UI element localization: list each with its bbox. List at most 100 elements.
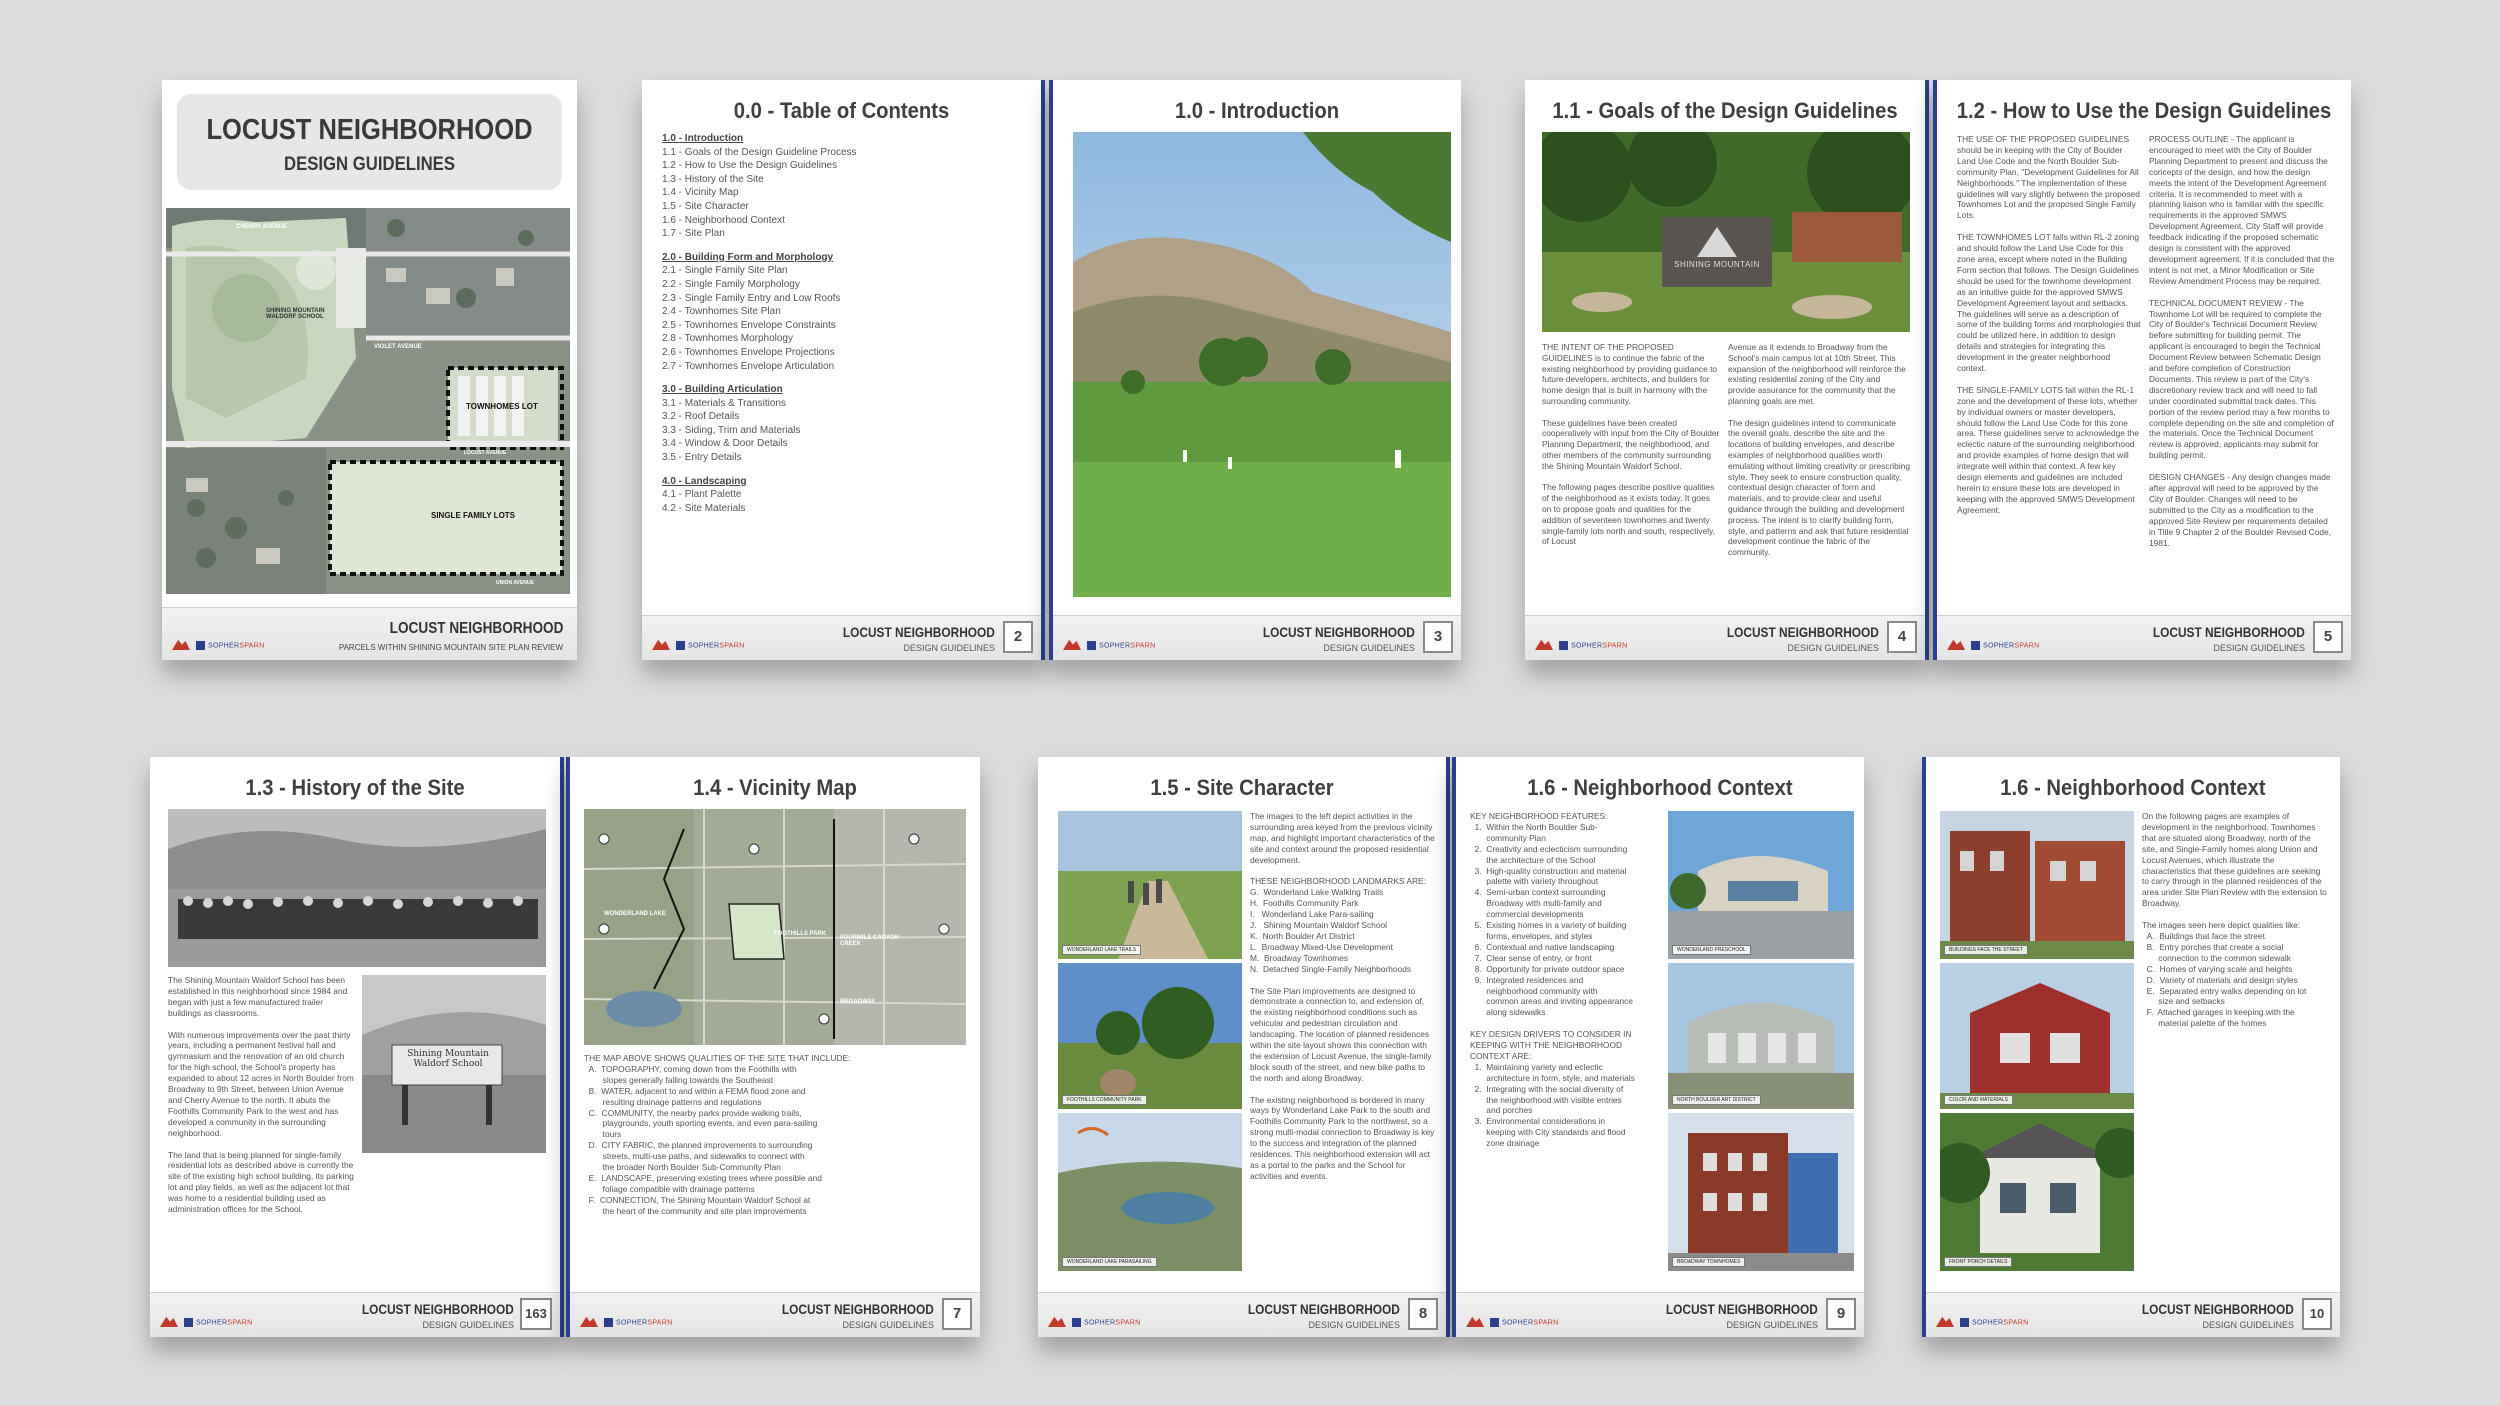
photo-caption: WONDERLAND LAKE PARASAILING bbox=[1062, 1257, 1157, 1267]
toc-item[interactable]: 2.7 - Townhomes Envelope Articulation bbox=[662, 360, 857, 374]
context-photo-front-porch: FRONT PORCH DETAILS bbox=[1940, 1113, 2134, 1271]
footer-title: LOCUST NEIGHBORHOOD bbox=[1726, 624, 1879, 640]
toc-item[interactable]: 2.5 - Townhomes Envelope Constraints bbox=[662, 319, 857, 333]
firm-name: SOPHERSPARN bbox=[676, 641, 744, 650]
page-footer: SOPHERSPARN LOCUST NEIGHBORHOOD DESIGN G… bbox=[1937, 615, 2351, 660]
vicinity-label-a: WONDERLAND LAKE bbox=[604, 911, 666, 917]
page-number: 10 bbox=[2302, 1298, 2332, 1330]
page-5-how-to-use: 1.2 - How to Use the Design Guidelines T… bbox=[1933, 80, 2351, 660]
toc-item[interactable]: 3.3 - Siding, Trim and Materials bbox=[662, 424, 857, 438]
toc-item[interactable]: 1.6 - Neighborhood Context bbox=[662, 214, 857, 228]
firm-logo-icon bbox=[1466, 1316, 1484, 1327]
firm-name: SOPHERSPARN bbox=[1971, 641, 2039, 650]
page-title: 1.3 - History of the Site bbox=[245, 775, 465, 800]
page-footer: SOPHERSPARN LOCUST NEIGHBORHOOD DESIGN G… bbox=[642, 615, 1041, 660]
page-number: 7 bbox=[942, 1298, 972, 1330]
firm-name: SOPHERSPARN bbox=[184, 1318, 252, 1327]
photo-caption: BROADWAY TOWNHOMES bbox=[1672, 1257, 1746, 1267]
firm-logo-icon bbox=[1048, 1316, 1066, 1327]
page-footer: SOPHERSPARN LOCUST NEIGHBORHOOD DESIGN G… bbox=[1926, 1292, 2340, 1337]
toc-item[interactable]: 1.2 - How to Use the Design Guidelines bbox=[662, 159, 857, 173]
cover-footer-subtitle: PARCELS WITHIN SHINING MOUNTAIN SITE PLA… bbox=[338, 643, 563, 652]
neighborhood-features-text: KEY NEIGHBORHOOD FEATURES: 1. Within the… bbox=[1470, 811, 1635, 1149]
firm-name: SOPHERSPARN bbox=[604, 1318, 672, 1327]
firm-mark-icon bbox=[1971, 641, 1980, 650]
toc-item[interactable]: 1.7 - Site Plan bbox=[662, 227, 857, 241]
page-2-toc: 0.0 - Table of Contents 1.0 - Introducti… bbox=[642, 80, 1045, 660]
page-7-vicinity-map: 1.4 - Vicinity Map WONDERLAND LAKE FOOTH… bbox=[566, 757, 980, 1337]
page-9-neighborhood-context: 1.6 - Neighborhood Context KEY NEIGHBORH… bbox=[1452, 757, 1864, 1337]
intro-photo-park bbox=[1073, 132, 1451, 597]
footer-subtitle: DESIGN GUIDELINES bbox=[1787, 643, 1879, 653]
footer-title: LOCUST NEIGHBORHOOD bbox=[1262, 624, 1415, 640]
goals-text-column-1: THE INTENT OF THE PROPOSED GUIDELINES is… bbox=[1542, 342, 1720, 547]
label-union-avenue: UNION AVENUE bbox=[496, 580, 534, 586]
label-violet-avenue: VIOLET AVENUE bbox=[374, 344, 422, 350]
cover-site-plan: CHERRY AVENUE VIOLET AVENUE SHINING MOUN… bbox=[166, 208, 570, 594]
page-footer: SOPHERSPARN LOCUST NEIGHBORHOOD DESIGN G… bbox=[1053, 615, 1461, 660]
footer-subtitle: DESIGN GUIDELINES bbox=[2202, 1320, 2294, 1330]
context-photo-art-district: NORTH BOULDER ART DISTRICT bbox=[1668, 963, 1854, 1109]
firm-mark-icon bbox=[196, 641, 205, 650]
toc-list: 1.0 - Introduction 1.1 - Goals of the De… bbox=[662, 132, 857, 515]
cover-title-box: LOCUST NEIGHBORHOOD DESIGN GUIDELINES bbox=[177, 94, 562, 190]
firm-logo-icon bbox=[1947, 639, 1965, 650]
site-photo-community-park: FOOTHILLS COMMUNITY PARK bbox=[1058, 963, 1242, 1109]
toc-section[interactable]: 1.0 - Introduction bbox=[662, 132, 857, 146]
toc-section[interactable]: 2.0 - Building Form and Morphology bbox=[662, 251, 857, 265]
page-title: 0.0 - Table of Contents bbox=[733, 98, 950, 123]
toc-section[interactable]: 4.0 - Landscaping bbox=[662, 475, 857, 489]
toc-section[interactable]: 3.0 - Building Articulation bbox=[662, 383, 857, 397]
photo-caption: COLOR AND MATERIALS bbox=[1944, 1095, 2013, 1105]
history-sign-text: Shining Mountain Waldorf School bbox=[407, 1049, 489, 1069]
history-photo-sign: Shining Mountain Waldorf School bbox=[362, 975, 546, 1153]
page-title: 1.6 - Neighborhood Context bbox=[1527, 775, 1793, 800]
history-text: The Shining Mountain Waldorf School has … bbox=[168, 975, 354, 1215]
firm-logo-icon bbox=[580, 1316, 598, 1327]
firm-mark-icon bbox=[1559, 641, 1568, 650]
page-footer: SOPHERSPARN LOCUST NEIGHBORHOOD DESIGN G… bbox=[1525, 615, 1925, 660]
toc-item[interactable]: 4.1 - Plant Palette bbox=[662, 488, 857, 502]
site-photo-trails: WONDERLAND LAKE TRAILS bbox=[1058, 811, 1242, 959]
goals-text-column-2: Avenue as it extends to Broadway from th… bbox=[1728, 342, 1910, 558]
toc-item[interactable]: 2.4 - Townhomes Site Plan bbox=[662, 305, 857, 319]
cover-footer-title: LOCUST NEIGHBORHOOD bbox=[389, 620, 563, 637]
firm-mark-icon bbox=[1087, 641, 1096, 650]
firm-mark-icon bbox=[1072, 1318, 1081, 1327]
site-photo-parasailing: WONDERLAND LAKE PARASAILING bbox=[1058, 1113, 1242, 1271]
toc-item[interactable]: 1.3 - History of the Site bbox=[662, 173, 857, 187]
label-townhomes-lot: TOWNHOMES LOT bbox=[466, 402, 538, 411]
toc-item[interactable]: 2.1 - Single Family Site Plan bbox=[662, 264, 857, 278]
toc-item[interactable]: 4.2 - Site Materials bbox=[662, 502, 857, 516]
page-8-site-character: 1.5 - Site Character WONDERLAND LAKE TRA… bbox=[1038, 757, 1450, 1337]
toc-item[interactable]: 3.5 - Entry Details bbox=[662, 451, 857, 465]
firm-mark-icon bbox=[1960, 1318, 1969, 1327]
page-footer: SOPHERSPARN LOCUST NEIGHBORHOOD DESIGN G… bbox=[570, 1292, 980, 1337]
page-title: 1.1 - Goals of the Design Guidelines bbox=[1552, 98, 1898, 123]
toc-item[interactable]: 1.1 - Goals of the Design Guideline Proc… bbox=[662, 146, 857, 160]
toc-item[interactable]: 2.6 - Townhomes Envelope Projections bbox=[662, 346, 857, 360]
sign-text: SHINING MOUNTAIN bbox=[1674, 260, 1760, 269]
firm-name: SOPHERSPARN bbox=[1960, 1318, 2028, 1327]
goals-photo-school-sign: SHINING MOUNTAIN bbox=[1542, 132, 1910, 332]
page-4-goals: 1.1 - Goals of the Design Guidelines SHI… bbox=[1525, 80, 1929, 660]
toc-item[interactable]: 1.4 - Vicinity Map bbox=[662, 186, 857, 200]
toc-item[interactable]: 2.3 - Single Family Entry and Low Roofs bbox=[662, 292, 857, 306]
footer-subtitle: DESIGN GUIDELINES bbox=[1308, 1320, 1400, 1330]
footer-title: LOCUST NEIGHBORHOOD bbox=[1665, 1301, 1818, 1317]
page-3-introduction: 1.0 - Introduction SOPHERSPARN LOCUST NE… bbox=[1049, 80, 1461, 660]
page-10-neighborhood-context: 1.6 - Neighborhood Context BUILDINGS FAC… bbox=[1922, 757, 2340, 1337]
firm-name: SOPHERSPARN bbox=[1087, 641, 1155, 650]
footer-title: LOCUST NEIGHBORHOOD bbox=[2141, 1301, 2294, 1317]
toc-item[interactable]: 2.8 - Townhomes Morphology bbox=[662, 332, 857, 346]
toc-item[interactable]: 3.1 - Materials & Transitions bbox=[662, 397, 857, 411]
toc-item[interactable]: 3.2 - Roof Details bbox=[662, 410, 857, 424]
vicinity-map-image: WONDERLAND LAKE FOOTHILLS PARK BROADWAY … bbox=[584, 809, 966, 1045]
footer-title: LOCUST NEIGHBORHOOD bbox=[781, 1301, 934, 1317]
photo-caption: FOOTHILLS COMMUNITY PARK bbox=[1062, 1095, 1147, 1105]
page-title: 1.4 - Vicinity Map bbox=[693, 775, 857, 800]
toc-item[interactable]: 1.5 - Site Character bbox=[662, 200, 857, 214]
page-footer: SOPHERSPARN LOCUST NEIGHBORHOOD DESIGN G… bbox=[1456, 1292, 1864, 1337]
toc-item[interactable]: 2.2 - Single Family Morphology bbox=[662, 278, 857, 292]
toc-item[interactable]: 3.4 - Window & Door Details bbox=[662, 437, 857, 451]
